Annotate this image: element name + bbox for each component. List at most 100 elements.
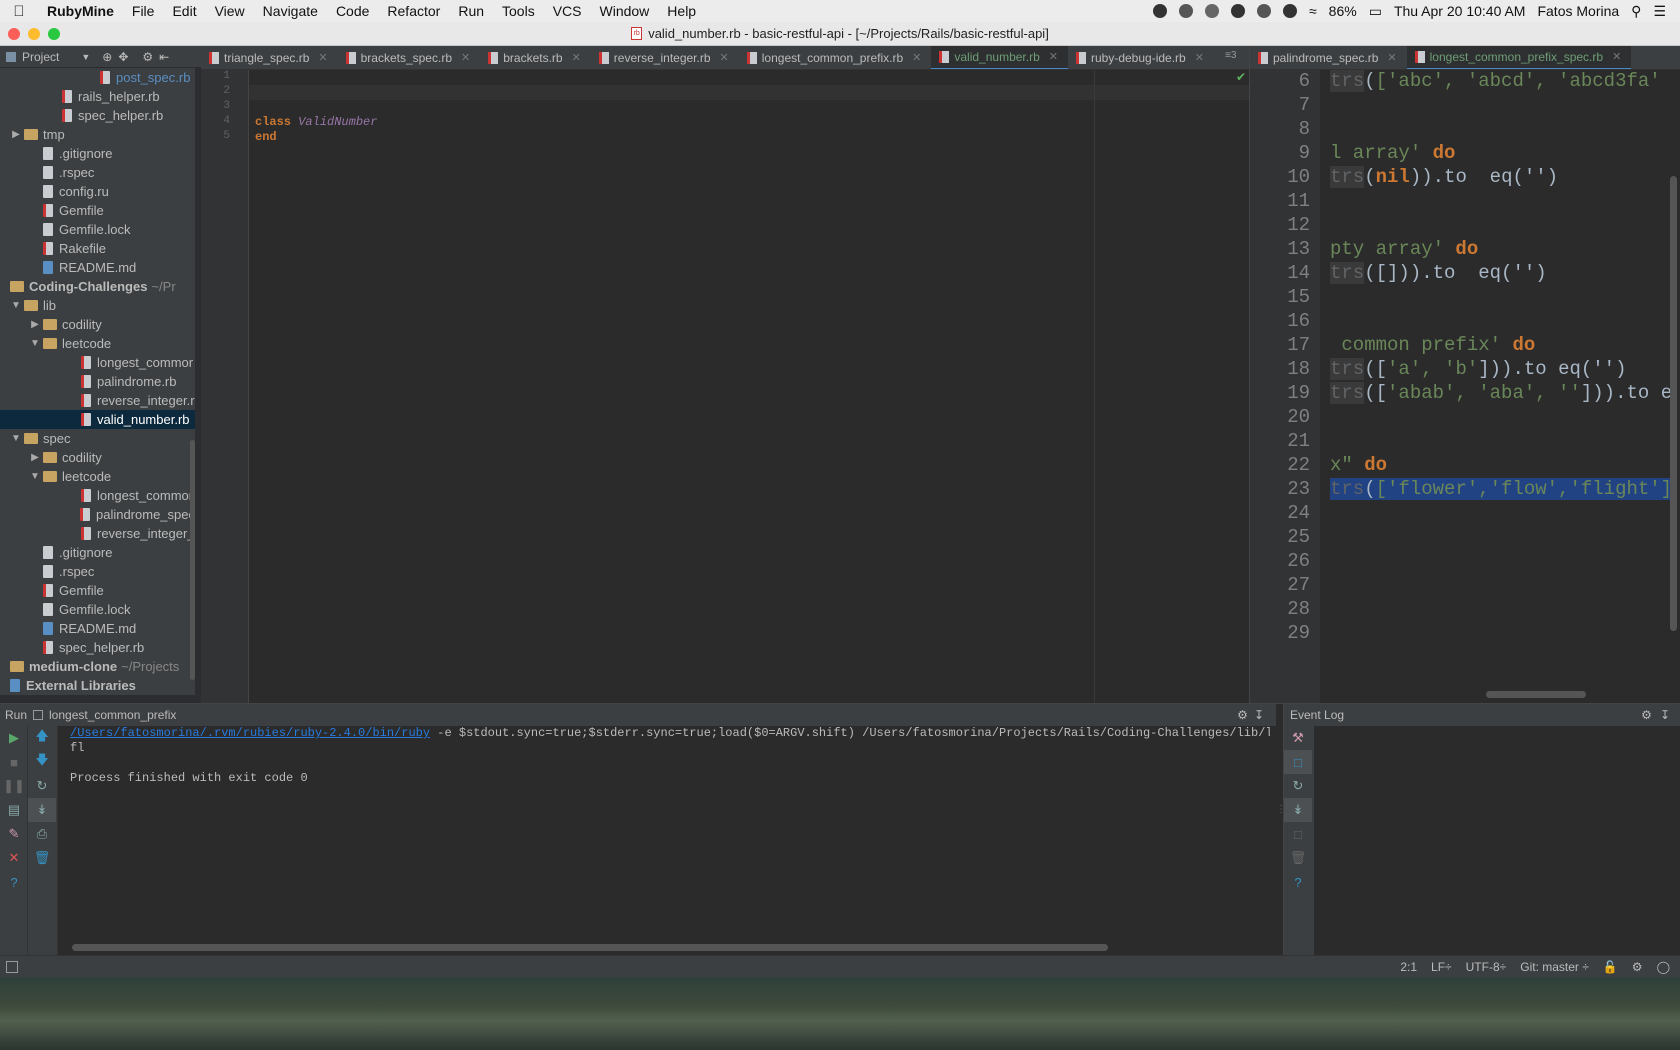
tree-item[interactable]: .rspec [0,163,195,182]
scroll-from-source-icon[interactable]: ⊕ [102,50,112,64]
pin-icon[interactable]: ✎ [0,822,28,846]
tree-item[interactable]: palindrome.rb [0,372,195,391]
file-encoding[interactable]: UTF-8÷ [1466,960,1507,974]
split-vertical-scrollbar[interactable] [1670,176,1677,631]
editor-tab[interactable]: brackets.rb ✕ [480,46,591,69]
tree-item[interactable]: medium-clone ~/Projects [0,657,195,676]
tree-item[interactable]: ▼ spec [0,429,195,448]
menu-vcs[interactable]: VCS [544,3,591,19]
chevron-right-icon[interactable]: ▶ [10,129,22,140]
menu-file[interactable]: File [123,3,164,19]
tree-item[interactable]: post_spec.rb [0,68,195,87]
sync-icon[interactable] [1204,4,1219,18]
menu-help[interactable]: Help [658,3,705,19]
event-log-label[interactable]: Event Log [1290,708,1344,722]
menu-refactor[interactable]: Refactor [378,3,449,19]
mark-read-icon[interactable]: □ [1284,822,1312,846]
tree-item[interactable]: ▶ tmp [0,125,195,144]
close-window-button[interactable] [8,28,20,40]
editor-tab[interactable]: ruby-debug-ide.rb ✕ [1068,46,1214,69]
editor-tab[interactable]: triangle_spec.rb ✕ [201,46,338,69]
tree-item[interactable]: config.ru [0,182,195,201]
lock-icon[interactable]: 🔓 [1603,960,1618,974]
print-icon[interactable]: ⎙ [28,822,56,846]
battery-icon[interactable]: ▭ [1369,3,1382,20]
close-icon[interactable]: ✕ [572,51,581,64]
trash-icon[interactable]: 🗑 [1284,846,1312,870]
code-line-5[interactable]: end [255,130,377,145]
tree-item[interactable]: Gemfile.lock [0,220,195,239]
editor-tab[interactable]: valid_number.rb ✕ [931,46,1068,69]
scroll-to-end-icon[interactable]: ↡ [1284,798,1312,822]
zoom-window-button[interactable] [48,28,60,40]
split-code[interactable]: trs(['abc', 'abcd', 'abcd3fa' l array' do… [1330,70,1680,646]
menu-navigate[interactable]: Navigate [254,3,327,19]
code-line[interactable] [1330,598,1680,622]
tree-item[interactable]: valid_number.rb [0,410,195,429]
editor-code[interactable]: class ValidNumber end [255,70,377,145]
editor-tab[interactable]: longest_common_prefix.rb ✕ [739,46,932,69]
rerun-icon[interactable]: ▶ [0,726,28,750]
tree-item[interactable]: .gitignore [0,543,195,562]
notification-center-icon[interactable]: ☰ [1653,3,1666,20]
editor-tab[interactable]: palindrome_spec.rb ✕ [1250,46,1407,69]
menubar-clock[interactable]: Thu Apr 20 10:40 AM [1394,3,1526,19]
close-icon[interactable]: ✕ [461,51,470,64]
tree-item[interactable]: longest_commor [0,486,195,505]
tree-item[interactable]: ▼ lib [0,296,195,315]
code-line[interactable] [1330,430,1680,454]
stop-icon[interactable]: ■ [0,750,28,774]
layout-icon[interactable]: ▤ [0,798,28,822]
ruby-path-link[interactable]: /Users/fatosmorina/.rvm/rubies/ruby-2.4.… [70,726,430,740]
trash-icon[interactable]: 🗑 [28,846,56,870]
collapse-all-icon[interactable]: ✥ [118,50,128,64]
editor-tab[interactable]: longest_common_prefix_spec.rb ✕ [1406,46,1632,69]
arrow-down-icon[interactable]: 🡇 [28,750,56,774]
tree-item[interactable]: .gitignore [0,144,195,163]
line-separator[interactable]: LF÷ [1431,960,1452,974]
caret-position[interactable]: 2:1 [1400,960,1417,974]
chevron-down-icon[interactable]: ▼ [10,300,22,311]
tree-item[interactable]: spec_helper.rb [0,638,195,657]
code-line[interactable]: trs(nil)).to eq('') [1330,166,1680,190]
code-line[interactable] [1330,406,1680,430]
code-line[interactable] [1330,622,1680,646]
gear-icon[interactable]: ⚙ [1237,708,1248,722]
code-line[interactable]: trs([])).to eq('') [1330,262,1680,286]
tree-item[interactable]: rails_helper.rb [0,87,195,106]
inspection-ok-icon[interactable]: ✔ [1236,70,1246,84]
code-line[interactable] [1330,310,1680,334]
wifi-icon[interactable]: ≈ [1309,3,1317,19]
tree-item[interactable]: ▼ leetcode [0,467,195,486]
git-branch[interactable]: Git: master ÷ [1520,960,1589,974]
split-horizontal-scrollbar[interactable] [1486,691,1586,698]
scroll-to-end-icon[interactable]: ↡ [28,798,56,822]
code-line[interactable] [1330,214,1680,238]
close-icon[interactable]: ✕ [1612,50,1621,63]
code-line[interactable]: x" do [1330,454,1680,478]
tree-item[interactable]: spec_helper.rb [0,106,195,125]
spotlight-search-icon[interactable]: ⚲ [1631,3,1641,20]
tree-item[interactable]: README.md [0,619,195,638]
code-line[interactable]: pty array' do [1330,238,1680,262]
run-console[interactable]: /Users/fatosmorina/.rvm/rubies/ruby-2.4.… [70,726,1270,786]
editor-tab[interactable]: brackets_spec.rb ✕ [338,46,481,69]
menu-app-name[interactable]: RubyMine [38,3,123,19]
code-line[interactable] [1330,574,1680,598]
tree-item[interactable]: .rspec [0,562,195,581]
code-line[interactable]: trs(['flower','flow','flight'] [1330,478,1680,502]
tree-item[interactable]: Gemfile [0,201,195,220]
pause-icon[interactable]: ❚❚ [0,774,28,798]
arrow-up-icon[interactable]: 🡅 [28,726,56,750]
settings-wrench-icon[interactable]: ⚒ [1284,726,1312,750]
soft-wrap-icon[interactable]: ↻ [1284,774,1312,798]
tree-item[interactable]: README.md [0,258,195,277]
chevron-right-icon[interactable]: ▶ [29,452,41,463]
tree-item[interactable]: Coding-Challenges ~/Pr [0,277,195,296]
tree-item[interactable]: palindrome_spec [0,505,195,524]
chevron-down-icon[interactable]: ▼ [81,52,90,62]
menu-tools[interactable]: Tools [493,3,544,19]
tool-windows-toggle-icon[interactable] [6,960,18,973]
menubar-user[interactable]: Fatos Morina [1537,3,1619,19]
run-config-name[interactable]: longest_common_prefix [49,708,176,722]
